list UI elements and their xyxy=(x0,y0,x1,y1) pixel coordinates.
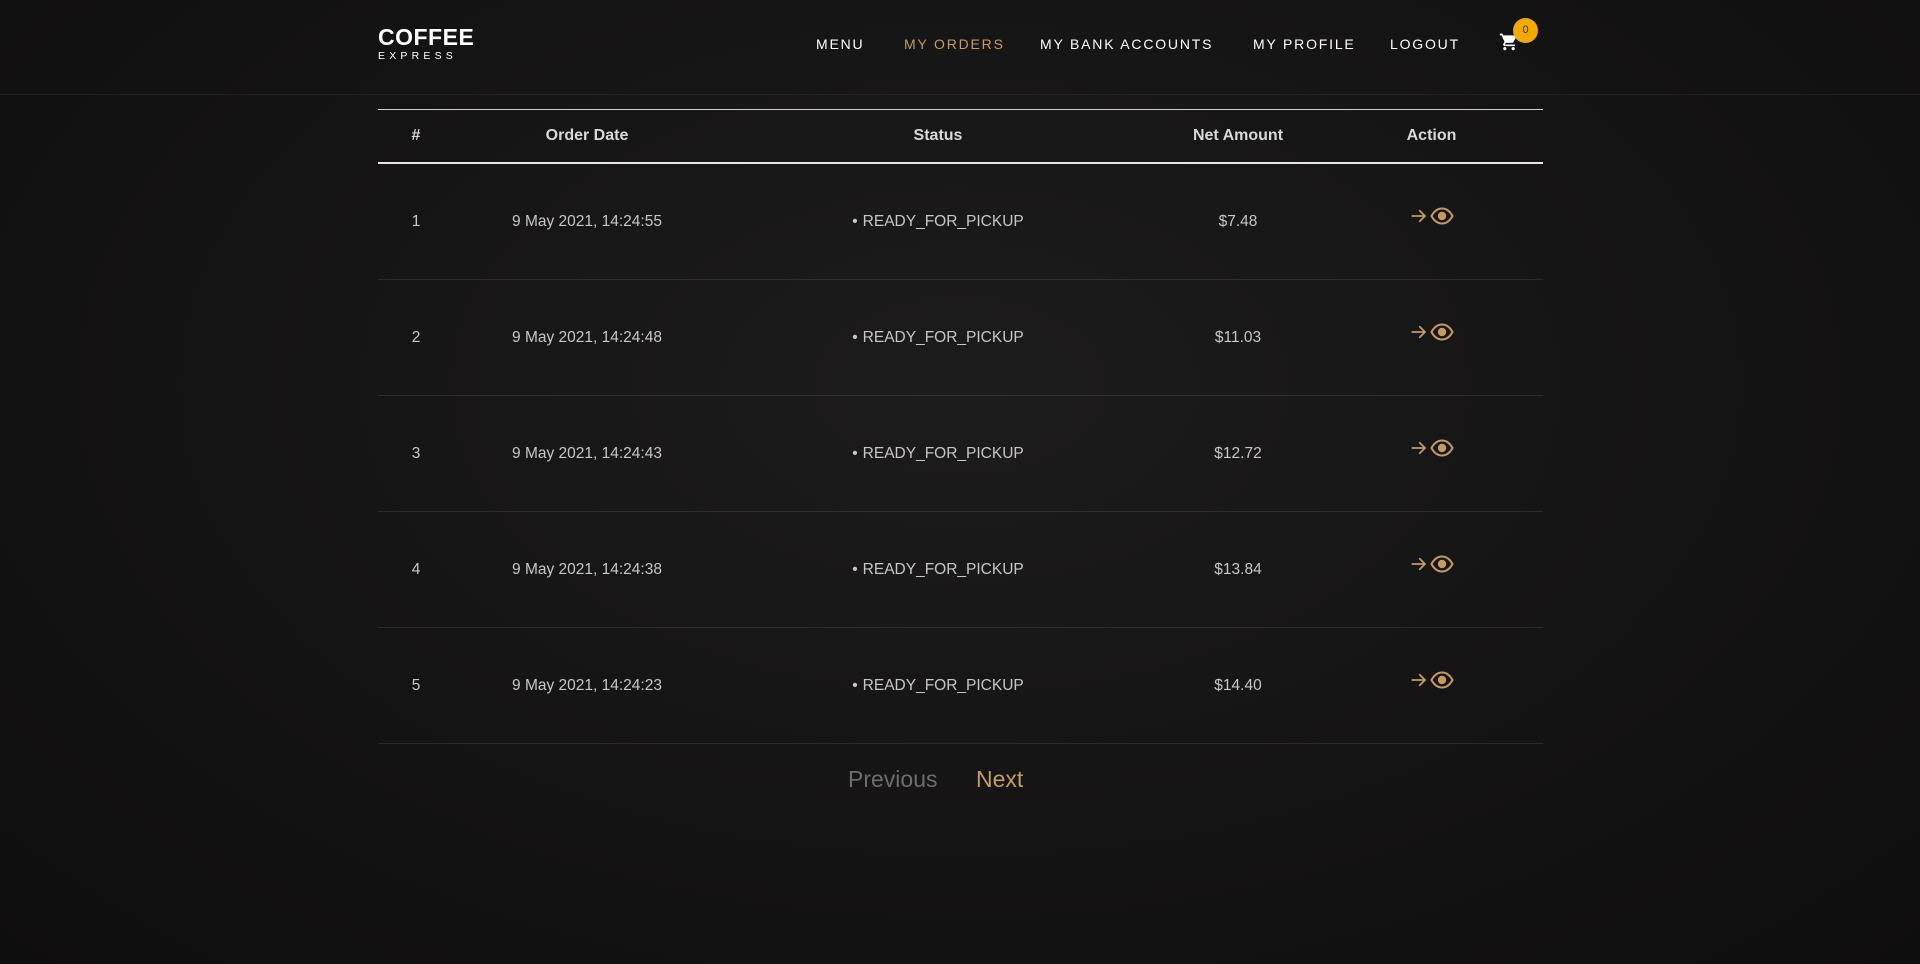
order-status: • READY_FOR_PICKUP xyxy=(720,511,1156,628)
order-date: 9 May 2021, 14:24:55 xyxy=(454,163,720,280)
nav-item-menu[interactable]: MENU xyxy=(816,36,864,52)
arrow-right-icon[interactable] xyxy=(1410,323,1428,341)
order-net-amount: $11.03 xyxy=(1156,279,1320,396)
arrow-right-icon[interactable] xyxy=(1410,207,1428,225)
order-status: • READY_FOR_PICKUP xyxy=(720,395,1156,512)
table-row: 1 9 May 2021, 14:24:55 • READY_FOR_PICKUP… xyxy=(378,163,1543,280)
status-bullet: • xyxy=(852,212,858,230)
top-navbar: COFFEE EXPRESS MENU MY ORDERS MY BANK AC… xyxy=(0,0,1920,95)
status-bullet: • xyxy=(852,560,858,578)
status-bullet: • xyxy=(852,328,858,346)
order-net-amount: $7.48 xyxy=(1156,163,1320,280)
order-status: • READY_FOR_PICKUP xyxy=(720,627,1156,744)
status-bullet: • xyxy=(852,444,858,462)
eye-icon[interactable] xyxy=(1429,555,1454,573)
main-nav: MENU MY ORDERS MY BANK ACCOUNTS MY PROFI… xyxy=(0,36,1920,56)
order-actions xyxy=(1320,627,1543,744)
status-text: READY_FOR_PICKUP xyxy=(862,328,1024,346)
table-row: 2 9 May 2021, 14:24:48 • READY_FOR_PICKUP… xyxy=(378,279,1543,396)
order-number: 1 xyxy=(378,163,454,280)
header-number: # xyxy=(378,109,454,164)
header-order-date: Order Date xyxy=(454,109,720,164)
arrow-right-icon[interactable] xyxy=(1410,555,1428,573)
header-action: Action xyxy=(1320,109,1543,164)
order-number: 3 xyxy=(378,395,454,512)
cart-count-badge: 0 xyxy=(1513,18,1538,43)
order-net-amount: $13.84 xyxy=(1156,511,1320,628)
header-status: Status xyxy=(720,109,1156,164)
order-number: 5 xyxy=(378,627,454,744)
order-date: 9 May 2021, 14:24:38 xyxy=(454,511,720,628)
table-row: 5 9 May 2021, 14:24:23 • READY_FOR_PICKUP… xyxy=(378,627,1543,744)
nav-item-my-profile[interactable]: MY PROFILE xyxy=(1253,36,1356,52)
next-page-link[interactable]: Next xyxy=(976,766,1023,793)
eye-icon[interactable] xyxy=(1429,439,1454,457)
order-date: 9 May 2021, 14:24:48 xyxy=(454,279,720,396)
order-status: • READY_FOR_PICKUP xyxy=(720,163,1156,280)
nav-item-my-orders[interactable]: MY ORDERS xyxy=(904,36,1005,52)
eye-icon[interactable] xyxy=(1429,207,1454,225)
order-number: 2 xyxy=(378,279,454,396)
status-text: READY_FOR_PICKUP xyxy=(862,676,1024,694)
order-actions xyxy=(1320,511,1543,628)
header-net-amount: Net Amount xyxy=(1156,109,1320,164)
previous-page-link[interactable]: Previous xyxy=(848,766,937,793)
order-date: 9 May 2021, 14:24:23 xyxy=(454,627,720,744)
order-date: 9 May 2021, 14:24:43 xyxy=(454,395,720,512)
status-bullet: • xyxy=(852,676,858,694)
table-row: 4 9 May 2021, 14:24:38 • READY_FOR_PICKUP… xyxy=(378,511,1543,628)
pagination: Previous Next xyxy=(0,766,1920,796)
nav-item-my-bank-accounts[interactable]: MY BANK ACCOUNTS xyxy=(1040,36,1213,52)
order-actions xyxy=(1320,395,1543,512)
table-header-row: # Order Date Status Net Amount Action xyxy=(378,109,1543,164)
order-net-amount: $12.72 xyxy=(1156,395,1320,512)
order-status: • READY_FOR_PICKUP xyxy=(720,279,1156,396)
order-number: 4 xyxy=(378,511,454,628)
nav-item-logout[interactable]: LOGOUT xyxy=(1390,36,1460,52)
arrow-right-icon[interactable] xyxy=(1410,671,1428,689)
order-actions xyxy=(1320,163,1543,280)
order-actions xyxy=(1320,279,1543,396)
arrow-right-icon[interactable] xyxy=(1410,439,1428,457)
eye-icon[interactable] xyxy=(1429,671,1454,689)
orders-table: # Order Date Status Net Amount Action 1 … xyxy=(378,109,1543,744)
orders-table-body: 1 9 May 2021, 14:24:55 • READY_FOR_PICKUP… xyxy=(378,163,1543,744)
status-text: READY_FOR_PICKUP xyxy=(862,560,1024,578)
order-net-amount: $14.40 xyxy=(1156,627,1320,744)
status-text: READY_FOR_PICKUP xyxy=(862,212,1024,230)
status-text: READY_FOR_PICKUP xyxy=(862,444,1024,462)
table-row: 3 9 May 2021, 14:24:43 • READY_FOR_PICKUP… xyxy=(378,395,1543,512)
eye-icon[interactable] xyxy=(1429,323,1454,341)
